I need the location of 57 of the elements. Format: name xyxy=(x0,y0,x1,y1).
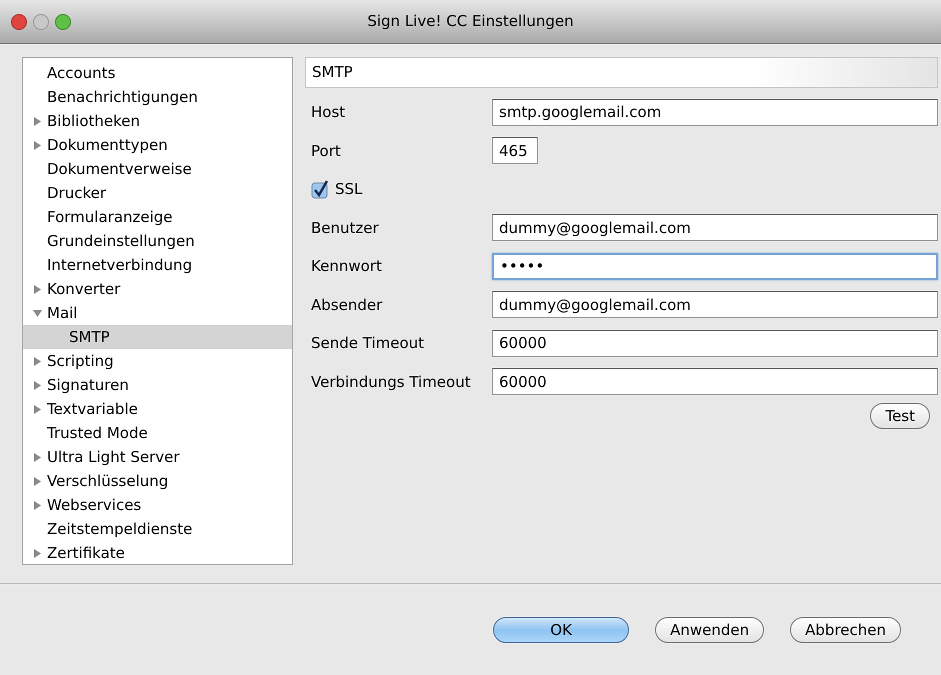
tree-item[interactable]: Dokumentverweise xyxy=(23,157,292,181)
minimize-icon[interactable] xyxy=(33,14,49,30)
tree-item[interactable]: Zeitstempeldienste xyxy=(23,517,292,541)
expand-triangle-icon[interactable] xyxy=(33,404,42,414)
tree-item[interactable]: Drucker xyxy=(23,181,292,205)
tree-item[interactable]: SMTP xyxy=(23,325,292,349)
tree-item[interactable]: Accounts xyxy=(23,61,292,85)
tree-item[interactable]: Mail xyxy=(23,301,292,325)
field-label: Benutzer xyxy=(310,218,380,238)
dialog-button[interactable]: Abbrechen xyxy=(790,617,901,643)
password-field[interactable]: ••••• xyxy=(492,252,938,280)
input-field[interactable]: dummy@googlemail.com xyxy=(492,214,938,242)
expand-triangle-icon[interactable] xyxy=(33,380,42,390)
tree-item[interactable]: Scripting xyxy=(23,349,292,373)
expand-triangle-icon[interactable] xyxy=(33,284,42,294)
tree-item[interactable]: Zertifikate xyxy=(23,541,292,565)
test-button[interactable]: Test xyxy=(870,403,930,429)
tree-item[interactable]: Dokumenttypen xyxy=(23,133,292,157)
tree-item[interactable]: Trusted Mode xyxy=(23,421,292,445)
input-field[interactable]: 60000 xyxy=(492,330,938,357)
dialog-button[interactable]: Anwenden xyxy=(655,617,764,643)
expand-triangle-icon[interactable] xyxy=(33,548,42,558)
tree-item[interactable]: Konverter xyxy=(23,277,292,301)
field-label: Absender xyxy=(310,294,384,316)
tree-item[interactable]: Grundeinstellungen xyxy=(23,229,292,253)
expand-triangle-icon[interactable] xyxy=(33,116,42,126)
tree-item[interactable]: Signaturen xyxy=(23,373,292,397)
tree-item[interactable]: Internetverbindung xyxy=(23,253,292,277)
dialog-button[interactable]: OK xyxy=(493,617,630,643)
expand-triangle-icon[interactable] xyxy=(33,476,42,486)
window-title: Sign Live! CC Einstellungen xyxy=(367,12,574,30)
field-label: Kennwort xyxy=(310,256,383,277)
input-field[interactable]: dummy@googlemail.com xyxy=(492,291,938,318)
tree-item[interactable]: Bibliotheken xyxy=(23,109,292,133)
expand-triangle-icon[interactable] xyxy=(33,356,42,366)
field-label: Port xyxy=(310,140,342,162)
input-field[interactable]: 465 xyxy=(492,137,538,164)
tree-item[interactable]: Formularanzeige xyxy=(23,205,292,229)
tree-item[interactable]: Webservices xyxy=(23,493,292,517)
expand-triangle-icon[interactable] xyxy=(33,500,42,510)
expand-triangle-icon[interactable] xyxy=(33,452,42,462)
panel-title: SMTP xyxy=(305,57,938,88)
field-label: Verbindungs Timeout xyxy=(310,372,472,392)
tree-item[interactable]: Ultra Light Server xyxy=(23,445,292,469)
checkbox-label[interactable]: SSL xyxy=(335,178,362,200)
collapse-triangle-icon[interactable] xyxy=(33,308,42,318)
input-field[interactable]: smtp.googlemail.com xyxy=(492,98,938,126)
tree-item[interactable]: Textvariable xyxy=(23,397,292,421)
checkbox[interactable] xyxy=(311,179,331,200)
field-label: Host xyxy=(310,102,346,123)
input-field[interactable]: 60000 xyxy=(492,368,938,396)
zoom-icon[interactable] xyxy=(55,14,71,30)
tree-item[interactable]: Verschlüsselung xyxy=(23,469,292,493)
expand-triangle-icon[interactable] xyxy=(33,140,42,150)
field-label: Sende Timeout xyxy=(310,333,426,354)
close-icon[interactable] xyxy=(11,14,27,30)
tree-item[interactable]: Benachrichtigungen xyxy=(23,85,292,109)
